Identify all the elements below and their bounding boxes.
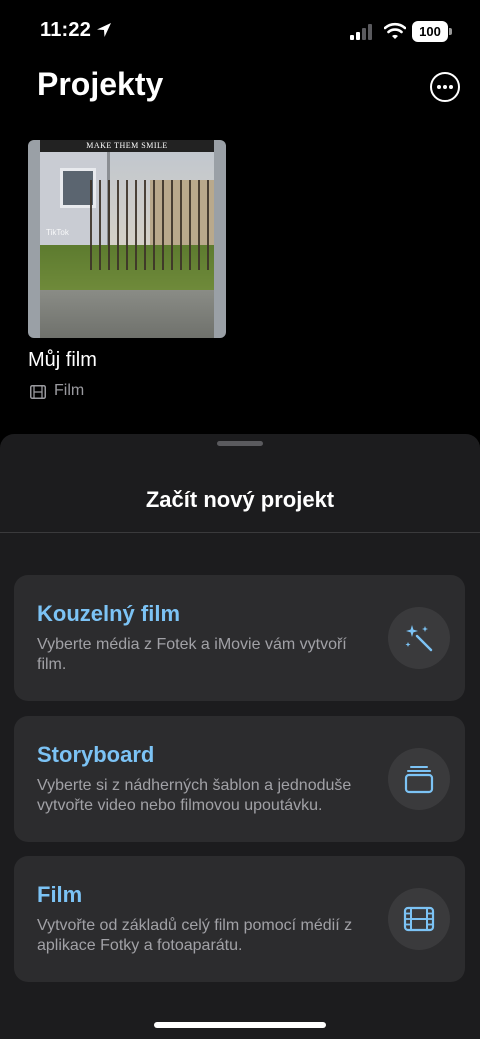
option-title: Storyboard (37, 742, 155, 767)
thumbnail-caption: MAKE THEM SMILE (40, 140, 214, 152)
option-film[interactable]: Film Vytvořte od základů celý film pomoc… (14, 856, 465, 982)
option-description: Vyberte média z Fotek a iMovie vám vytvo… (37, 636, 347, 673)
option-title: Film (37, 882, 83, 907)
signal-icon (350, 24, 372, 40)
film-strip-icon (388, 888, 450, 950)
film-icon (30, 385, 46, 399)
status-bar: 11:22 100 (0, 0, 480, 64)
option-description: Vyberte si z nádherných šablon a jednodu… (37, 777, 352, 814)
status-time: 11:22 (40, 19, 92, 41)
wifi-icon (384, 22, 406, 39)
location-arrow-icon (97, 23, 111, 37)
new-project-sheet: Začít nový projekt Kouzelný film Vyberte… (0, 434, 480, 1039)
option-description: Vytvořte od základů celý film pomocí méd… (37, 917, 353, 954)
page-title: Projekty (37, 66, 164, 102)
battery-level: 100 (412, 21, 448, 42)
divider (0, 532, 480, 533)
storyboard-stack-icon (388, 748, 450, 810)
sheet-title: Začít nový projekt (145, 487, 335, 512)
sheet-grabber[interactable] (217, 441, 263, 446)
thumbnail-image: MAKE THEM SMILE TikTok (40, 140, 214, 338)
option-title: Kouzelný film (37, 601, 181, 626)
more-options-button[interactable] (430, 72, 460, 102)
project-title[interactable]: Můj film (28, 349, 97, 372)
option-magic-movie[interactable]: Kouzelný film Vyberte média z Fotek a iM… (14, 575, 465, 701)
option-storyboard[interactable]: Storyboard Vyberte si z nádherných šablo… (14, 716, 465, 842)
magic-wand-icon (388, 607, 450, 669)
battery-icon: 100 (412, 21, 452, 42)
ellipsis-circle-icon (437, 85, 441, 89)
home-indicator[interactable] (154, 1022, 326, 1028)
project-thumbnail[interactable]: MAKE THEM SMILE TikTok (28, 140, 226, 338)
project-type-label: Film (54, 382, 85, 399)
thumbnail-watermark: TikTok (46, 228, 69, 237)
